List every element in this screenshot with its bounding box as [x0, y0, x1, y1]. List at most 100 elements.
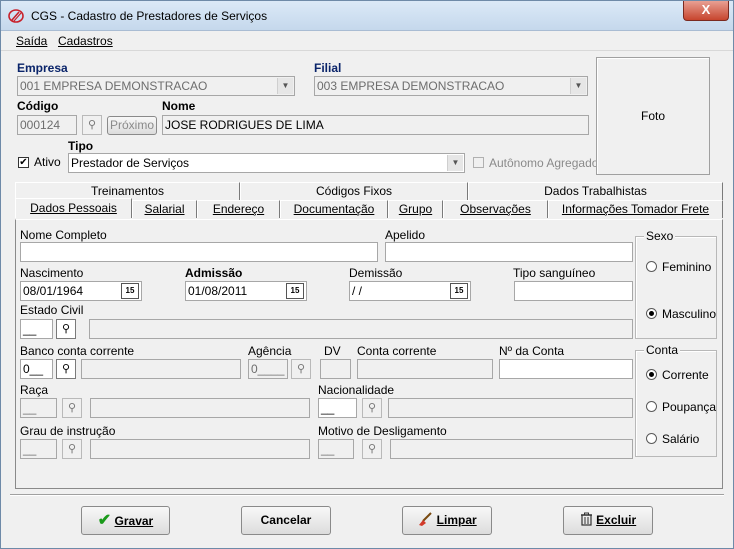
agencia-field[interactable]: 0____	[248, 359, 288, 379]
tab-grupo[interactable]: Grupo	[388, 200, 443, 218]
dv-field[interactable]	[320, 359, 351, 379]
tab-grupo-label: Grupo	[398, 202, 433, 216]
trash-icon	[580, 512, 592, 526]
bottom-separator	[10, 494, 724, 496]
excluir-button[interactable]: Excluir	[563, 506, 653, 535]
autonomo-checkbox[interactable]	[473, 157, 484, 168]
search-binoculars-icon[interactable]: ⚲	[62, 439, 82, 459]
tipo-sanguineo-field[interactable]	[514, 281, 633, 301]
tab-informacoes-tomador-frete[interactable]: Informações Tomador Frete	[548, 200, 723, 218]
dv-label: DV	[324, 344, 341, 358]
poupanca-radio[interactable]	[646, 401, 657, 412]
corrente-label: Corrente	[662, 368, 709, 382]
search-binoculars-icon[interactable]: ⚲	[362, 398, 382, 418]
excluir-label: Excluir	[596, 513, 637, 527]
empresa-label: Empresa	[17, 61, 68, 75]
chevron-down-icon[interactable]: ▼	[570, 78, 586, 94]
filial-value: 003 EMPRESA DEMONSTRACAO	[317, 79, 505, 93]
chevron-down-icon[interactable]: ▼	[447, 155, 463, 171]
limpar-button[interactable]: Limpar	[402, 506, 492, 535]
conta-group-title: Conta	[644, 343, 681, 357]
tipo-sanguineo-label: Tipo sanguíneo	[513, 266, 596, 280]
tab-observacoes[interactable]: Observações	[443, 200, 548, 218]
admissao-value: 01/08/2011	[188, 284, 248, 298]
tab-codigos-fixos[interactable]: Códigos Fixos	[240, 182, 468, 200]
sexo-group: Sexo Feminino Masculino	[635, 229, 717, 339]
search-binoculars-icon[interactable]: ⚲	[82, 115, 102, 135]
cancelar-button[interactable]: Cancelar	[241, 506, 331, 535]
nacionalidade-code-field[interactable]: __	[318, 398, 357, 418]
nro-conta-label: Nº da Conta	[499, 344, 565, 358]
estado-civil-code-field[interactable]: __	[20, 319, 53, 339]
proximo-button[interactable]: Próximo	[107, 116, 157, 135]
app-logo-icon	[8, 9, 24, 23]
grau-instrucao-desc-field[interactable]	[90, 439, 310, 459]
filial-combo[interactable]: 003 EMPRESA DEMONSTRACAO ▼	[314, 76, 588, 96]
nascimento-field[interactable]: 08/01/1964 15	[20, 281, 142, 301]
nome-field[interactable]: JOSE RODRIGUES DE LIMA	[162, 115, 589, 135]
motivo-desligamento-code-field[interactable]: __	[318, 439, 354, 459]
gravar-button[interactable]: ✔ Gravar	[81, 506, 170, 535]
tab-row-2: Dados Pessoais Salarial Endereço Documen…	[15, 198, 723, 218]
tipo-combo[interactable]: Prestador de Serviços ▼	[68, 153, 465, 173]
raca-code-field[interactable]: __	[20, 398, 57, 418]
conta-corrente-field[interactable]	[357, 359, 493, 379]
search-binoculars-icon[interactable]: ⚲	[62, 398, 82, 418]
search-binoculars-icon[interactable]: ⚲	[291, 359, 311, 379]
menu-saida-label: Saída	[16, 34, 48, 48]
masculino-radio[interactable]	[646, 308, 657, 319]
nro-conta-field[interactable]	[499, 359, 633, 379]
motivo-desligamento-desc-field[interactable]	[390, 439, 633, 459]
grau-instrucao-code-field[interactable]: __	[20, 439, 57, 459]
estado-civil-desc-field[interactable]	[89, 319, 633, 339]
grau-instrucao-label: Grau de instrução	[20, 424, 116, 438]
tab-dados-trabalhistas[interactable]: Dados Trabalhistas	[468, 182, 723, 200]
search-binoculars-icon[interactable]: ⚲	[362, 439, 382, 459]
banco-label: Banco conta corrente	[20, 344, 135, 358]
ativo-checkbox[interactable]: ✔	[18, 157, 29, 168]
close-button[interactable]: X	[683, 1, 729, 21]
nacionalidade-desc-field[interactable]	[388, 398, 633, 418]
chevron-down-icon[interactable]: ▼	[277, 78, 293, 94]
menu-bar: Saída Cadastros	[1, 31, 733, 51]
menu-cadastros[interactable]: Cadastros	[58, 34, 113, 48]
nome-completo-field[interactable]	[20, 242, 378, 262]
admissao-field[interactable]: 01/08/2011 15	[185, 281, 307, 301]
autonomo-label: Autônomo Agregado	[489, 156, 599, 170]
tab-endereco[interactable]: Endereço	[197, 200, 280, 218]
estado-civil-label: Estado Civil	[20, 303, 84, 317]
main-window: CGS - Cadastro de Prestadores de Serviço…	[0, 0, 734, 549]
feminino-radio[interactable]	[646, 261, 657, 272]
checkmark-icon: ✔	[97, 512, 112, 529]
salario-radio[interactable]	[646, 433, 657, 444]
search-binoculars-icon[interactable]: ⚲	[56, 359, 76, 379]
raca-desc-field[interactable]	[90, 398, 310, 418]
corrente-radio[interactable]	[646, 369, 657, 380]
demissao-field[interactable]: / / 15	[349, 281, 471, 301]
tab-documentacao[interactable]: Documentação	[280, 200, 388, 218]
tipo-value: Prestador de Serviços	[71, 156, 190, 170]
tab-dados-pessoais[interactable]: Dados Pessoais	[15, 198, 132, 218]
foto-label: Foto	[640, 109, 665, 123]
feminino-label: Feminino	[662, 260, 712, 274]
demissao-value: / /	[352, 284, 363, 298]
banco-code-field[interactable]: 0__	[20, 359, 53, 379]
calendar-icon[interactable]: 15	[121, 283, 139, 299]
ativo-label: Ativo	[34, 155, 61, 169]
tab-informacoes-tomador-frete-label: Informações Tomador Frete	[561, 202, 710, 216]
photo-box[interactable]: Foto	[596, 57, 710, 175]
title-bar: CGS - Cadastro de Prestadores de Serviço…	[1, 1, 733, 31]
banco-desc-field[interactable]	[81, 359, 241, 379]
empresa-combo[interactable]: 001 EMPRESA DEMONSTRACAO ▼	[17, 76, 295, 96]
poupanca-label: Poupança	[662, 400, 717, 414]
search-binoculars-icon[interactable]: ⚲	[56, 319, 76, 339]
calendar-icon[interactable]: 15	[286, 283, 304, 299]
conta-group: Conta Corrente Poupança Salário	[635, 343, 717, 457]
tab-dados-trabalhistas-label: Dados Trabalhistas	[544, 184, 647, 198]
calendar-icon[interactable]: 15	[450, 283, 468, 299]
tab-endereco-label: Endereço	[212, 202, 265, 216]
tab-salarial[interactable]: Salarial	[132, 200, 197, 218]
apelido-field[interactable]	[385, 242, 633, 262]
menu-saida[interactable]: Saída	[16, 34, 47, 48]
codigo-field[interactable]: 000124	[17, 115, 77, 135]
